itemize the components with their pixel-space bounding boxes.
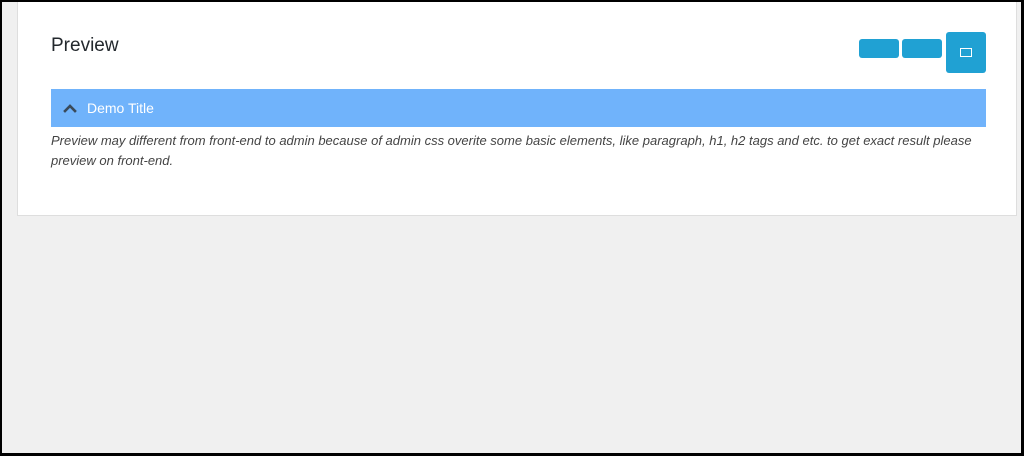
fullscreen-button[interactable] <box>946 32 986 73</box>
accordion-title: Demo Title <box>87 100 154 116</box>
toolbar-button-1[interactable] <box>859 39 899 58</box>
toolbar-button-2[interactable] <box>902 39 942 58</box>
panel-title: Preview <box>51 35 119 56</box>
window-icon <box>960 48 972 57</box>
preview-note: Preview may different from front-end to … <box>51 133 972 168</box>
accordion-header[interactable]: Demo Title <box>51 89 986 127</box>
preview-panel: Preview Demo Title Preview may different… <box>17 2 1017 216</box>
page-frame: Preview Demo Title Preview may different… <box>2 2 1021 453</box>
chevron-up-icon <box>63 101 77 115</box>
